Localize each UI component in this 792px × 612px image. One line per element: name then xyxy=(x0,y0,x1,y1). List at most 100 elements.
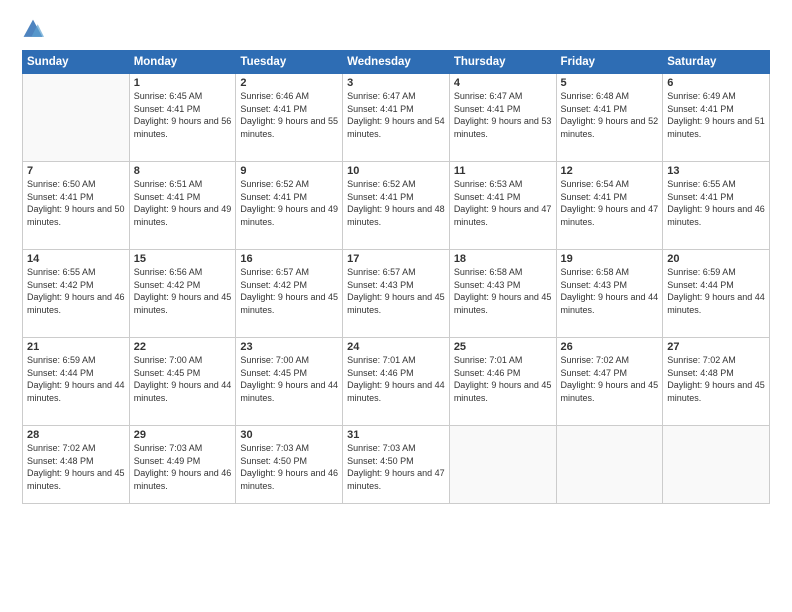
calendar-cell: 26Sunrise: 7:02 AMSunset: 4:47 PMDayligh… xyxy=(556,338,663,426)
logo xyxy=(22,18,48,40)
day-number: 16 xyxy=(240,253,338,265)
cell-info: Sunrise: 6:57 AMSunset: 4:42 PMDaylight:… xyxy=(240,266,338,316)
day-number: 11 xyxy=(454,165,552,177)
cell-info: Sunrise: 6:51 AMSunset: 4:41 PMDaylight:… xyxy=(134,178,232,228)
day-number: 3 xyxy=(347,77,445,89)
calendar-cell: 16Sunrise: 6:57 AMSunset: 4:42 PMDayligh… xyxy=(236,250,343,338)
weekday-wednesday: Wednesday xyxy=(343,51,450,74)
weekday-header-row: SundayMondayTuesdayWednesdayThursdayFrid… xyxy=(23,51,770,74)
day-number: 31 xyxy=(347,429,445,441)
cell-info: Sunrise: 7:02 AMSunset: 4:48 PMDaylight:… xyxy=(27,442,125,492)
calendar-cell: 29Sunrise: 7:03 AMSunset: 4:49 PMDayligh… xyxy=(129,426,236,504)
day-number: 1 xyxy=(134,77,232,89)
cell-info: Sunrise: 6:56 AMSunset: 4:42 PMDaylight:… xyxy=(134,266,232,316)
calendar-cell xyxy=(449,426,556,504)
cell-info: Sunrise: 6:45 AMSunset: 4:41 PMDaylight:… xyxy=(134,90,232,140)
calendar-cell: 7Sunrise: 6:50 AMSunset: 4:41 PMDaylight… xyxy=(23,162,130,250)
calendar-cell: 11Sunrise: 6:53 AMSunset: 4:41 PMDayligh… xyxy=(449,162,556,250)
calendar-cell: 13Sunrise: 6:55 AMSunset: 4:41 PMDayligh… xyxy=(663,162,770,250)
calendar-cell: 4Sunrise: 6:47 AMSunset: 4:41 PMDaylight… xyxy=(449,74,556,162)
calendar-cell: 30Sunrise: 7:03 AMSunset: 4:50 PMDayligh… xyxy=(236,426,343,504)
cell-info: Sunrise: 6:47 AMSunset: 4:41 PMDaylight:… xyxy=(347,90,445,140)
day-number: 7 xyxy=(27,165,125,177)
cell-info: Sunrise: 6:59 AMSunset: 4:44 PMDaylight:… xyxy=(667,266,765,316)
cell-info: Sunrise: 6:52 AMSunset: 4:41 PMDaylight:… xyxy=(347,178,445,228)
day-number: 29 xyxy=(134,429,232,441)
cell-info: Sunrise: 6:52 AMSunset: 4:41 PMDaylight:… xyxy=(240,178,338,228)
calendar-cell xyxy=(556,426,663,504)
calendar-cell: 25Sunrise: 7:01 AMSunset: 4:46 PMDayligh… xyxy=(449,338,556,426)
calendar-cell: 27Sunrise: 7:02 AMSunset: 4:48 PMDayligh… xyxy=(663,338,770,426)
weekday-tuesday: Tuesday xyxy=(236,51,343,74)
cell-info: Sunrise: 7:03 AMSunset: 4:50 PMDaylight:… xyxy=(240,442,338,492)
calendar-cell: 20Sunrise: 6:59 AMSunset: 4:44 PMDayligh… xyxy=(663,250,770,338)
calendar-cell: 22Sunrise: 7:00 AMSunset: 4:45 PMDayligh… xyxy=(129,338,236,426)
day-number: 25 xyxy=(454,341,552,353)
calendar-cell: 14Sunrise: 6:55 AMSunset: 4:42 PMDayligh… xyxy=(23,250,130,338)
calendar-cell: 9Sunrise: 6:52 AMSunset: 4:41 PMDaylight… xyxy=(236,162,343,250)
weekday-thursday: Thursday xyxy=(449,51,556,74)
calendar-cell: 23Sunrise: 7:00 AMSunset: 4:45 PMDayligh… xyxy=(236,338,343,426)
day-number: 20 xyxy=(667,253,765,265)
header xyxy=(22,18,770,40)
calendar-cell: 12Sunrise: 6:54 AMSunset: 4:41 PMDayligh… xyxy=(556,162,663,250)
cell-info: Sunrise: 6:55 AMSunset: 4:41 PMDaylight:… xyxy=(667,178,765,228)
calendar: SundayMondayTuesdayWednesdayThursdayFrid… xyxy=(22,50,770,504)
weekday-sunday: Sunday xyxy=(23,51,130,74)
calendar-cell: 1Sunrise: 6:45 AMSunset: 4:41 PMDaylight… xyxy=(129,74,236,162)
calendar-cell: 5Sunrise: 6:48 AMSunset: 4:41 PMDaylight… xyxy=(556,74,663,162)
calendar-cell: 6Sunrise: 6:49 AMSunset: 4:41 PMDaylight… xyxy=(663,74,770,162)
cell-info: Sunrise: 6:47 AMSunset: 4:41 PMDaylight:… xyxy=(454,90,552,140)
day-number: 22 xyxy=(134,341,232,353)
day-number: 19 xyxy=(561,253,659,265)
week-row-4: 21Sunrise: 6:59 AMSunset: 4:44 PMDayligh… xyxy=(23,338,770,426)
day-number: 21 xyxy=(27,341,125,353)
week-row-5: 28Sunrise: 7:02 AMSunset: 4:48 PMDayligh… xyxy=(23,426,770,504)
week-row-2: 7Sunrise: 6:50 AMSunset: 4:41 PMDaylight… xyxy=(23,162,770,250)
day-number: 27 xyxy=(667,341,765,353)
calendar-cell: 18Sunrise: 6:58 AMSunset: 4:43 PMDayligh… xyxy=(449,250,556,338)
day-number: 26 xyxy=(561,341,659,353)
calendar-cell xyxy=(663,426,770,504)
cell-info: Sunrise: 7:00 AMSunset: 4:45 PMDaylight:… xyxy=(240,354,338,404)
day-number: 9 xyxy=(240,165,338,177)
cell-info: Sunrise: 6:49 AMSunset: 4:41 PMDaylight:… xyxy=(667,90,765,140)
day-number: 8 xyxy=(134,165,232,177)
cell-info: Sunrise: 7:02 AMSunset: 4:47 PMDaylight:… xyxy=(561,354,659,404)
cell-info: Sunrise: 7:01 AMSunset: 4:46 PMDaylight:… xyxy=(347,354,445,404)
day-number: 2 xyxy=(240,77,338,89)
day-number: 12 xyxy=(561,165,659,177)
calendar-cell: 31Sunrise: 7:03 AMSunset: 4:50 PMDayligh… xyxy=(343,426,450,504)
day-number: 6 xyxy=(667,77,765,89)
cell-info: Sunrise: 6:59 AMSunset: 4:44 PMDaylight:… xyxy=(27,354,125,404)
calendar-cell: 15Sunrise: 6:56 AMSunset: 4:42 PMDayligh… xyxy=(129,250,236,338)
weekday-monday: Monday xyxy=(129,51,236,74)
day-number: 13 xyxy=(667,165,765,177)
day-number: 23 xyxy=(240,341,338,353)
calendar-cell: 21Sunrise: 6:59 AMSunset: 4:44 PMDayligh… xyxy=(23,338,130,426)
cell-info: Sunrise: 7:00 AMSunset: 4:45 PMDaylight:… xyxy=(134,354,232,404)
day-number: 28 xyxy=(27,429,125,441)
day-number: 5 xyxy=(561,77,659,89)
cell-info: Sunrise: 6:54 AMSunset: 4:41 PMDaylight:… xyxy=(561,178,659,228)
weekday-saturday: Saturday xyxy=(663,51,770,74)
cell-info: Sunrise: 6:46 AMSunset: 4:41 PMDaylight:… xyxy=(240,90,338,140)
logo-icon xyxy=(22,18,44,40)
day-number: 4 xyxy=(454,77,552,89)
calendar-cell: 28Sunrise: 7:02 AMSunset: 4:48 PMDayligh… xyxy=(23,426,130,504)
cell-info: Sunrise: 7:03 AMSunset: 4:49 PMDaylight:… xyxy=(134,442,232,492)
week-row-1: 1Sunrise: 6:45 AMSunset: 4:41 PMDaylight… xyxy=(23,74,770,162)
calendar-cell: 8Sunrise: 6:51 AMSunset: 4:41 PMDaylight… xyxy=(129,162,236,250)
page: SundayMondayTuesdayWednesdayThursdayFrid… xyxy=(0,0,792,612)
calendar-cell: 2Sunrise: 6:46 AMSunset: 4:41 PMDaylight… xyxy=(236,74,343,162)
calendar-cell xyxy=(23,74,130,162)
day-number: 18 xyxy=(454,253,552,265)
day-number: 10 xyxy=(347,165,445,177)
cell-info: Sunrise: 6:50 AMSunset: 4:41 PMDaylight:… xyxy=(27,178,125,228)
cell-info: Sunrise: 7:01 AMSunset: 4:46 PMDaylight:… xyxy=(454,354,552,404)
day-number: 17 xyxy=(347,253,445,265)
day-number: 24 xyxy=(347,341,445,353)
cell-info: Sunrise: 7:03 AMSunset: 4:50 PMDaylight:… xyxy=(347,442,445,492)
cell-info: Sunrise: 7:02 AMSunset: 4:48 PMDaylight:… xyxy=(667,354,765,404)
week-row-3: 14Sunrise: 6:55 AMSunset: 4:42 PMDayligh… xyxy=(23,250,770,338)
